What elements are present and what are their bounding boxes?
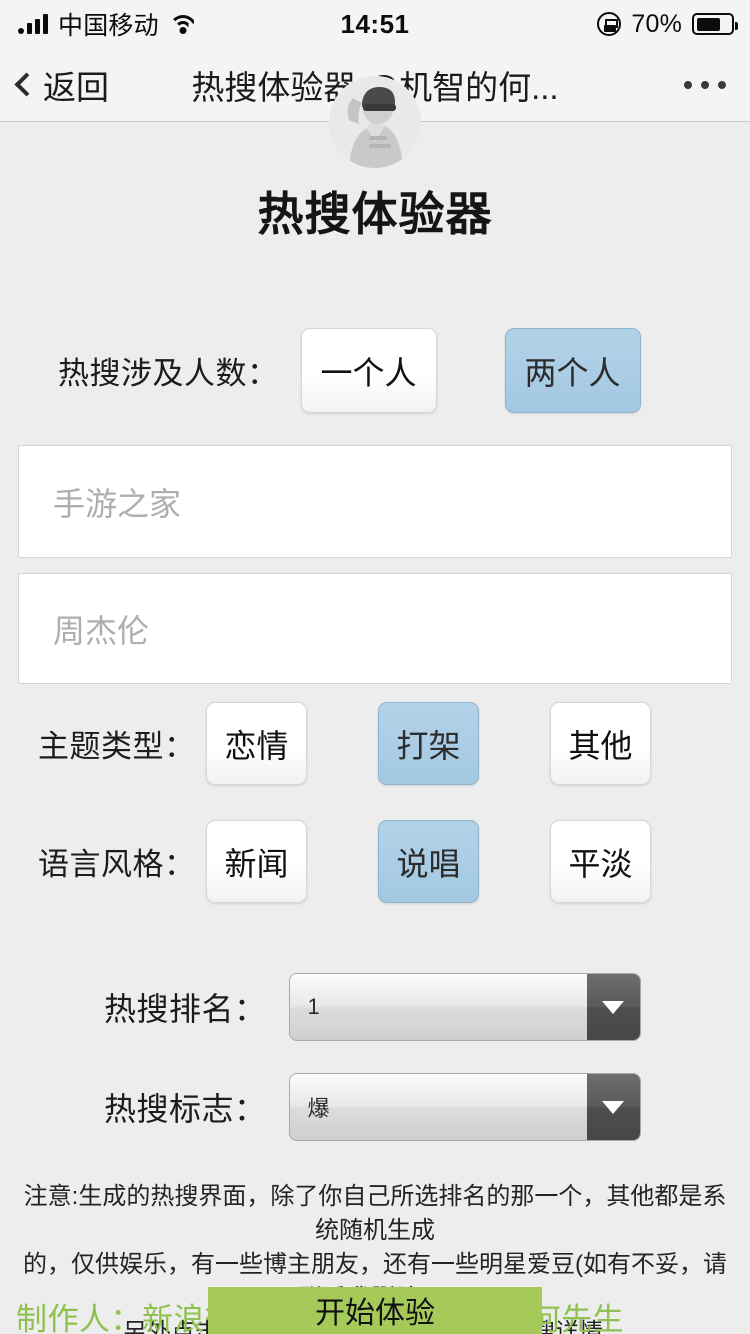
rank-label: 热搜排名： xyxy=(104,991,267,1027)
status-bar: 中国移动 14:51 70% xyxy=(0,0,750,48)
ellipsis-icon xyxy=(718,80,726,89)
note-line-1: 注意:生成的热搜界面，除了你自己所选排名的那一个，其他都是系统随机生成 xyxy=(23,1183,727,1244)
chevron-left-icon xyxy=(14,72,39,97)
style-option-rap[interactable]: 说唱 xyxy=(378,820,479,903)
back-button[interactable]: 返回 xyxy=(14,61,109,109)
rank-select[interactable]: 1 xyxy=(288,973,641,1041)
people-option-one[interactable]: 一个人 xyxy=(300,328,437,413)
name-input-2[interactable]: 周杰伦 xyxy=(18,573,732,684)
more-options-button[interactable] xyxy=(684,80,726,89)
ellipsis-icon xyxy=(701,80,709,89)
language-style-label: 语言风格： xyxy=(38,847,196,882)
rank-select-value: 1 xyxy=(307,994,320,1019)
avatar-photo xyxy=(329,76,421,168)
chevron-down-icon xyxy=(586,1074,640,1140)
theme-type-label: 主题类型： xyxy=(38,729,196,764)
theme-option-other[interactable]: 其他 xyxy=(550,702,651,785)
flag-label: 热搜标志： xyxy=(104,1091,267,1127)
theme-option-romance[interactable]: 恋情 xyxy=(206,702,307,785)
rotation-lock-icon xyxy=(597,12,622,36)
people-count-row: 热搜涉及人数： 一个人 两个人 xyxy=(58,328,641,413)
avatar xyxy=(329,76,421,168)
style-option-news[interactable]: 新闻 xyxy=(206,820,307,903)
battery-percent-label: 70% xyxy=(631,9,682,38)
theme-option-fight[interactable]: 打架 xyxy=(378,702,479,785)
ellipsis-icon xyxy=(684,80,692,89)
theme-type-row: 主题类型： 恋情 打架 其他 xyxy=(38,702,651,785)
style-option-plain[interactable]: 平淡 xyxy=(550,820,651,903)
battery-icon xyxy=(692,13,738,35)
status-bar-right: 70% xyxy=(597,9,738,39)
flag-row: 热搜标志： 爆 xyxy=(104,1073,641,1141)
people-count-label: 热搜涉及人数： xyxy=(58,356,279,391)
flag-select-value: 爆 xyxy=(307,1096,330,1121)
app-title: 热搜体验器 xyxy=(257,188,493,240)
chevron-down-icon xyxy=(586,974,640,1040)
name-input-1[interactable]: 手游之家 xyxy=(18,445,732,558)
back-button-label: 返回 xyxy=(43,68,109,106)
app-screen: 中国移动 14:51 70% 返回 热搜体验器 @机智的何... 热搜体验器 热… xyxy=(0,0,750,1334)
language-style-row: 语言风格： 新闻 说唱 平淡 xyxy=(38,820,651,903)
flag-select[interactable]: 爆 xyxy=(288,1073,641,1141)
people-option-two[interactable]: 两个人 xyxy=(504,328,641,413)
clock-label: 14:51 xyxy=(340,8,410,39)
start-button[interactable]: 开始体验 xyxy=(208,1287,542,1334)
rank-row: 热搜排名： 1 xyxy=(104,973,641,1041)
